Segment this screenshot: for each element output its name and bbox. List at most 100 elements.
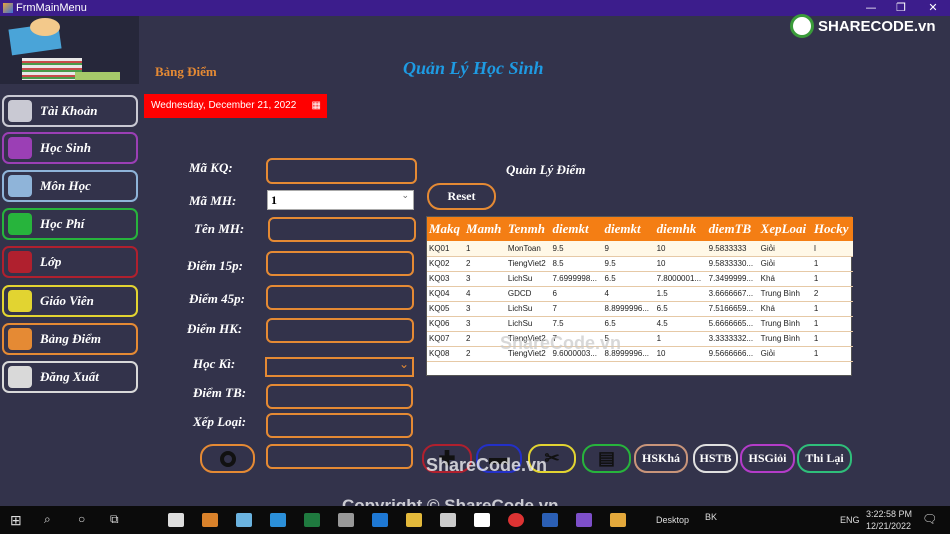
table-cell[interactable]: KQ02 — [427, 256, 465, 272]
user-label[interactable]: BK — [705, 512, 717, 522]
file-explorer-icon[interactable] — [406, 513, 422, 527]
column-header[interactable]: Hocky — [811, 217, 853, 241]
table-cell[interactable]: 3 — [464, 271, 506, 287]
table-cell[interactable]: Giỏi — [758, 256, 812, 272]
thilai-button[interactable]: Thi Lại — [797, 444, 852, 473]
table-cell[interactable]: I — [811, 241, 853, 257]
task-view-icon[interactable]: ⧉ — [110, 512, 119, 527]
table-cell[interactable]: LichSu — [505, 301, 551, 317]
calendar-icon[interactable]: ▦ — [312, 94, 321, 118]
zalo-icon[interactable] — [474, 513, 490, 527]
visual-studio-icon[interactable] — [576, 513, 592, 527]
word-icon[interactable] — [542, 513, 558, 527]
diem-45p-input[interactable] — [266, 285, 414, 310]
cortana-icon[interactable]: ○ — [78, 512, 85, 526]
table-cell[interactable]: 8.8999996... — [602, 301, 655, 317]
table-cell[interactable]: Giỏi — [758, 241, 812, 257]
search-input[interactable] — [266, 444, 413, 469]
column-header[interactable]: diemhk — [654, 217, 707, 241]
reset-button[interactable]: Reset — [427, 183, 496, 210]
desktop-toolbar[interactable]: Desktop — [656, 515, 689, 525]
diem-tb-input[interactable] — [266, 384, 413, 409]
sidebar-item-7[interactable]: Đăng Xuất — [2, 361, 138, 393]
table-cell[interactable]: 1 — [654, 331, 707, 347]
diem-15p-input[interactable] — [266, 251, 414, 276]
table-cell[interactable]: KQ08 — [427, 346, 465, 362]
table-cell[interactable]: 2 — [811, 286, 853, 302]
table-cell[interactable]: Giỏi — [758, 346, 812, 362]
table-cell[interactable]: 9.5833330... — [706, 256, 759, 272]
table-cell[interactable]: 1 — [811, 331, 853, 347]
table-cell[interactable]: Trung Bình — [758, 331, 812, 347]
app-icon[interactable] — [270, 513, 286, 527]
table-cell[interactable]: 9.5666666... — [706, 346, 759, 362]
search-button[interactable] — [200, 444, 255, 473]
column-header[interactable]: XepLoai — [758, 217, 812, 241]
table-cell[interactable]: 1 — [464, 241, 506, 257]
clock-date[interactable]: 12/21/2022 — [866, 521, 911, 531]
table-cell[interactable]: TiengViet2 — [505, 256, 551, 272]
table-row[interactable]: KQ04 4 GDCD 6 4 1.5 3.6666667... Trung Bình 2 — [427, 286, 853, 302]
table-cell[interactable]: KQ01 — [427, 241, 465, 257]
table-cell[interactable]: 5.6666665... — [706, 316, 759, 332]
table-cell[interactable]: LichSu — [505, 316, 551, 332]
table-cell[interactable]: 10 — [654, 346, 707, 362]
clock-time[interactable]: 3:22:58 PM — [866, 509, 912, 519]
table-cell[interactable]: 1 — [811, 346, 853, 362]
table-cell[interactable]: 7.6999998... — [550, 271, 603, 287]
column-header[interactable]: Makq — [427, 217, 465, 241]
date-picker[interactable]: Wednesday, December 21, 2022 ▦ — [144, 94, 327, 118]
table-cell[interactable]: 2 — [464, 256, 506, 272]
table-cell[interactable]: Trung Bình — [758, 286, 812, 302]
notes-app-icon[interactable] — [236, 513, 252, 527]
table-cell[interactable]: GDCD — [505, 286, 551, 302]
notification-icon[interactable]: 🗨 — [922, 512, 937, 526]
table-cell[interactable]: 10 — [654, 256, 707, 272]
table-cell[interactable]: 1 — [811, 301, 853, 317]
table-cell[interactable]: 1 — [811, 271, 853, 287]
diem-hk-input[interactable] — [266, 318, 414, 343]
sidebar-item-3[interactable]: Học Phí — [2, 208, 138, 240]
media-app-icon[interactable] — [202, 513, 218, 527]
table-cell[interactable]: 6 — [550, 286, 603, 302]
table-cell[interactable]: 8.5 — [550, 256, 603, 272]
table-cell[interactable]: 1 — [811, 316, 853, 332]
windows-start-icon[interactable]: ⊞ — [10, 512, 22, 529]
table-cell[interactable]: 7.8000001... — [654, 271, 707, 287]
grades-table[interactable]: Makq Mamh Tenmh diemkt diemkt diemhk diemTB Xep… — [426, 216, 853, 376]
column-header[interactable]: Mamh — [464, 217, 506, 241]
ten-mh-input[interactable] — [268, 217, 416, 242]
sidebar-item-6[interactable]: Bảng Điểm — [2, 323, 138, 355]
table-cell[interactable]: 9.5 — [550, 241, 603, 257]
table-cell[interactable]: 7 — [550, 301, 603, 317]
table-cell[interactable]: 9.5833333 — [706, 241, 759, 257]
table-cell[interactable]: 4.5 — [654, 316, 707, 332]
xep-loai-input[interactable] — [266, 413, 413, 438]
table-cell[interactable]: KQ04 — [427, 286, 465, 302]
table-cell[interactable]: 3 — [464, 316, 506, 332]
hskha-button[interactable]: HSKhá — [634, 444, 688, 473]
table-cell[interactable]: KQ05 — [427, 301, 465, 317]
table-row[interactable]: KQ02 2 TiengViet2 8.5 9.5 10 9.5833330... Giỏi 1 — [427, 256, 853, 272]
table-cell[interactable]: 9.5 — [602, 256, 655, 272]
table-cell[interactable]: 7.5 — [550, 316, 603, 332]
table-row[interactable]: KQ06 3 LichSu 7.5 6.5 4.5 5.6666665... Trung Bì… — [427, 316, 853, 332]
table-cell[interactable]: Trung Bình — [758, 316, 812, 332]
column-header[interactable]: diemkt — [550, 217, 603, 241]
chrome-icon[interactable] — [508, 513, 524, 527]
table-cell[interactable]: 4 — [602, 286, 655, 302]
hsgioi-button[interactable]: HSGiỏi — [740, 444, 795, 473]
column-header[interactable]: diemkt — [602, 217, 655, 241]
table-cell[interactable]: 1 — [811, 256, 853, 272]
table-cell[interactable]: KQ07 — [427, 331, 465, 347]
sidebar-item-0[interactable]: Tài Khoản — [2, 95, 138, 127]
ma-kq-input[interactable] — [266, 158, 417, 184]
sidebar-item-5[interactable]: Giáo Viên — [2, 285, 138, 317]
mail-app-icon[interactable] — [168, 513, 184, 527]
sidebar-item-2[interactable]: Môn Học — [2, 170, 138, 202]
table-cell[interactable]: 3.6666667... — [706, 286, 759, 302]
table-cell[interactable]: 7.5166659... — [706, 301, 759, 317]
table-cell[interactable]: MonToan — [505, 241, 551, 257]
table-cell[interactable]: 4 — [464, 286, 506, 302]
table-cell[interactable]: 10 — [654, 241, 707, 257]
